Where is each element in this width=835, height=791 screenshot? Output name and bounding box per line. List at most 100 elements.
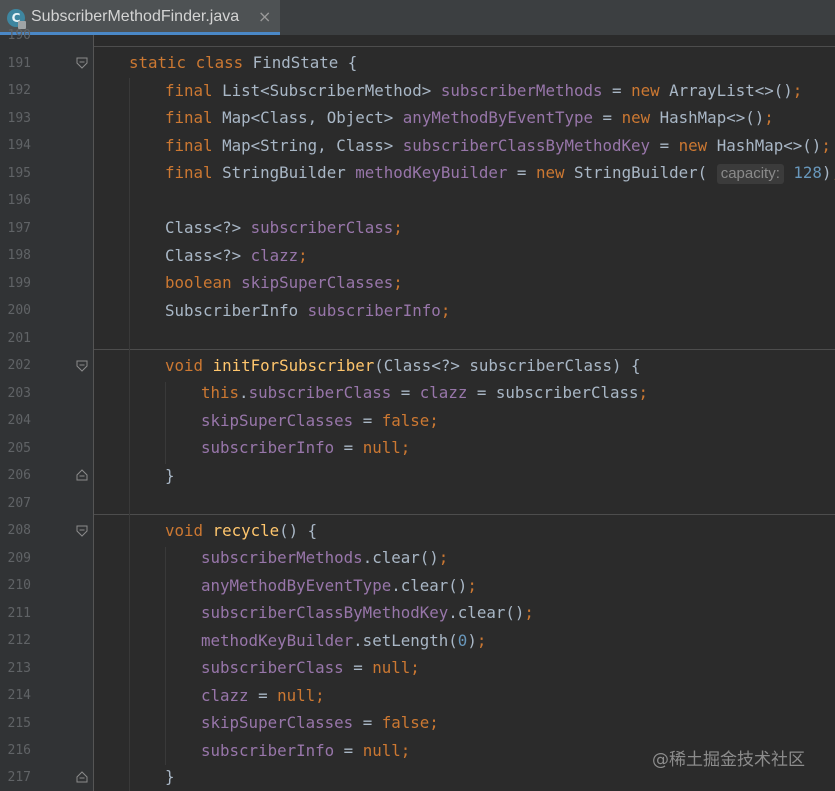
number-literal: 128 (793, 163, 822, 182)
semicolon: ; (429, 713, 439, 732)
line-number: 210 (7, 578, 31, 593)
line-number: 204 (7, 413, 31, 428)
field: clazz (250, 246, 299, 265)
semicolon: ; (524, 603, 534, 622)
code-line-214[interactable]: clazz = null; (201, 684, 325, 708)
code-line-193[interactable]: final Map<Class, Object> anyMethodByEven… (165, 106, 774, 130)
line-number: 194 (7, 138, 31, 153)
fold-collapse-icon[interactable] (76, 360, 88, 372)
code-line-209[interactable]: subscriberMethods.clear(); (201, 546, 448, 570)
code-line-203[interactable]: this.subscriberClass = clazz = subscribe… (201, 381, 648, 405)
code-line-215[interactable]: skipSuperClasses = false; (201, 711, 439, 735)
type: List<SubscriberMethod> (222, 81, 432, 100)
field: anyMethodByEventType (402, 108, 594, 127)
expression: = subscriberClass (476, 383, 639, 402)
tab-file-name[interactable]: SubscriberMethodFinder.java (31, 8, 239, 26)
field: subscriberClassByMethodKey (201, 603, 449, 622)
line-number: 201 (7, 331, 31, 346)
semicolon: ; (298, 246, 308, 265)
line-number: 215 (7, 716, 31, 731)
watermark: @稀土掘金技术社区 (652, 750, 805, 770)
operator: = (362, 713, 373, 732)
line-number: 216 (7, 743, 31, 758)
code-line-194[interactable]: final Map<String, Class> subscriberClass… (165, 134, 831, 158)
line-number: 212 (7, 633, 31, 648)
type: StringBuilder (222, 163, 346, 182)
code-line-217[interactable]: } (165, 765, 175, 789)
semicolon: ; (429, 411, 439, 430)
keyword: false (381, 411, 430, 430)
semicolon: ; (831, 163, 835, 182)
editor-tab[interactable]: C SubscriberMethodFinder.java × (0, 0, 280, 35)
operator: = (400, 383, 411, 402)
keyword: static (129, 53, 187, 72)
indent-guide (165, 547, 166, 765)
line-number: 217 (7, 770, 31, 785)
keyword: final (165, 81, 213, 100)
code-line-211[interactable]: subscriberClassByMethodKey.clear(); (201, 601, 534, 625)
line-number: 191 (7, 56, 31, 71)
code-line-212[interactable]: methodKeyBuilder.setLength(0); (201, 629, 486, 653)
code-line-208[interactable]: void recycle() { (165, 519, 317, 543)
keyword: final (165, 108, 213, 127)
type: Class<?> (165, 246, 242, 265)
field: skipSuperClasses (241, 273, 394, 292)
semicolon: ; (638, 383, 649, 402)
brace: } (165, 767, 175, 786)
code-line-216[interactable]: subscriberInfo = null; (201, 739, 410, 763)
operator: = (343, 438, 354, 457)
field: subscriberInfo (201, 741, 335, 760)
semicolon: ; (467, 576, 477, 595)
code-line-210[interactable]: anyMethodByEventType.clear(); (201, 574, 477, 598)
type: SubscriberInfo (165, 301, 299, 320)
semicolon: ; (821, 136, 831, 155)
field: subscriberClass (250, 218, 394, 237)
fold-collapse-icon[interactable] (76, 57, 88, 69)
operator: = (343, 741, 354, 760)
operator: = (516, 163, 527, 182)
code-line-192[interactable]: final List<SubscriberMethod> subscriberM… (165, 79, 802, 103)
field: subscriberInfo (201, 438, 335, 457)
field: subscriberClass (201, 658, 344, 677)
code-line-197[interactable]: Class<?> subscriberClass; (165, 216, 403, 240)
code-line-195[interactable]: final StringBuilder methodKeyBuilder = n… (165, 161, 835, 185)
code-line-206[interactable]: } (165, 464, 175, 488)
type: Map<String, Class> (222, 136, 394, 155)
code-line-200[interactable]: SubscriberInfo subscriberInfo; (165, 299, 450, 323)
line-number: 211 (7, 606, 31, 621)
line-number: 206 (7, 468, 31, 483)
keyword: null (372, 658, 411, 677)
code-line-204[interactable]: skipSuperClasses = false; (201, 409, 439, 433)
keyword: null (362, 438, 401, 457)
field: clazz (419, 383, 468, 402)
brace: } (165, 466, 175, 485)
field: methodKeyBuilder (355, 163, 508, 182)
code-line-205[interactable]: subscriberInfo = null; (201, 436, 410, 460)
keyword: new (621, 108, 651, 127)
code-line-213[interactable]: subscriberClass = null; (201, 656, 420, 680)
line-number: 193 (7, 111, 31, 126)
line-number: 214 (7, 688, 31, 703)
code-line-198[interactable]: Class<?> clazz; (165, 244, 308, 268)
indent-guide (129, 78, 130, 791)
constructor: StringBuilder( (574, 163, 708, 182)
fold-end-icon[interactable] (76, 469, 88, 481)
semicolon: ; (410, 658, 420, 677)
close-tab-icon[interactable]: × (258, 7, 271, 26)
code-line-199[interactable]: boolean skipSuperClasses; (165, 271, 403, 295)
code-line-191[interactable]: static class FindState { (129, 51, 357, 75)
line-number: 202 (7, 358, 31, 373)
parameter-hint: capacity: (716, 164, 784, 184)
parameters: () { (279, 521, 318, 540)
code-line-202[interactable]: void initForSubscriber(Class<?> subscrib… (165, 354, 641, 378)
keyword: final (165, 163, 213, 182)
fold-end-icon[interactable] (76, 771, 88, 783)
line-number: 203 (7, 386, 31, 401)
field: subscriberMethods (201, 548, 363, 567)
method-separator (94, 46, 835, 47)
editor-tab-bar: C SubscriberMethodFinder.java × (0, 0, 835, 35)
operator: = (659, 136, 670, 155)
keyword: final (165, 136, 213, 155)
type: Map<Class, Object> (222, 108, 394, 127)
fold-collapse-icon[interactable] (76, 525, 88, 537)
